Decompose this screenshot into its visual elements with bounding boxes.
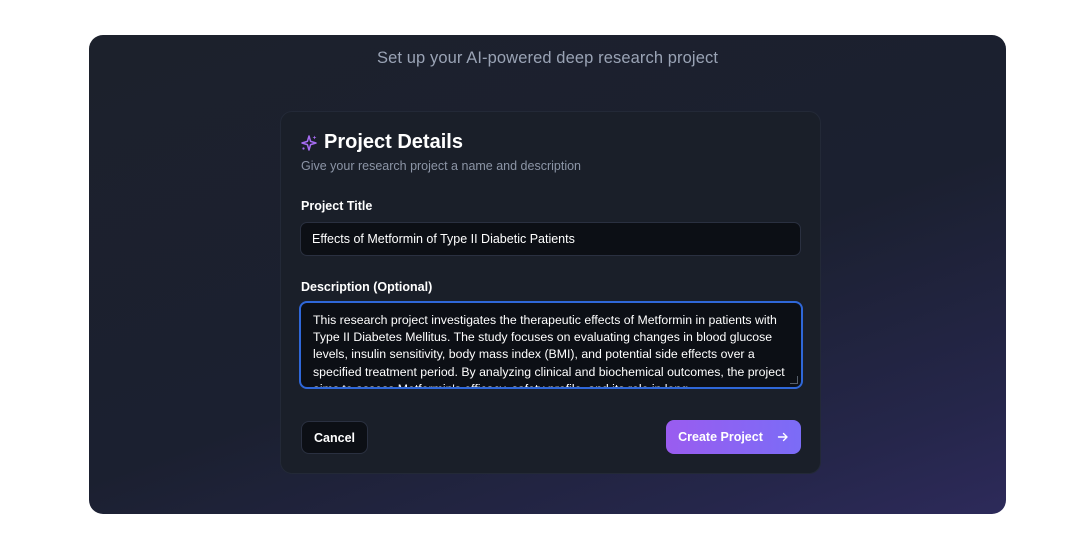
sparkles-icon — [300, 134, 318, 152]
description-label: Description (Optional) — [301, 280, 433, 294]
cancel-button[interactable]: Cancel — [301, 421, 368, 454]
project-title-input[interactable]: Effects of Metformin of Type II Diabetic… — [300, 222, 801, 256]
create-project-button[interactable]: Create Project — [666, 420, 801, 454]
arrow-right-icon — [777, 431, 789, 443]
card-title: Project Details — [324, 131, 463, 153]
card-description: Give your research project a name and de… — [301, 159, 582, 173]
project-title-label: Project Title — [301, 199, 373, 213]
project-title-value: Effects of Metformin of Type II Diabetic… — [312, 232, 575, 246]
description-value: This research project investigates the t… — [313, 313, 785, 389]
app-window: Set up your AI-powered deep research pro… — [89, 35, 1006, 514]
cancel-button-label: Cancel — [314, 430, 355, 445]
description-textarea[interactable]: This research project investigates the t… — [299, 301, 803, 389]
card-header: Project Details — [300, 131, 463, 154]
create-project-button-label: Create Project — [678, 430, 763, 444]
page-subtitle: Set up your AI-powered deep research pro… — [376, 49, 718, 67]
project-details-card: Project Details Give your research proje… — [280, 111, 821, 474]
resize-handle[interactable] — [790, 376, 798, 384]
